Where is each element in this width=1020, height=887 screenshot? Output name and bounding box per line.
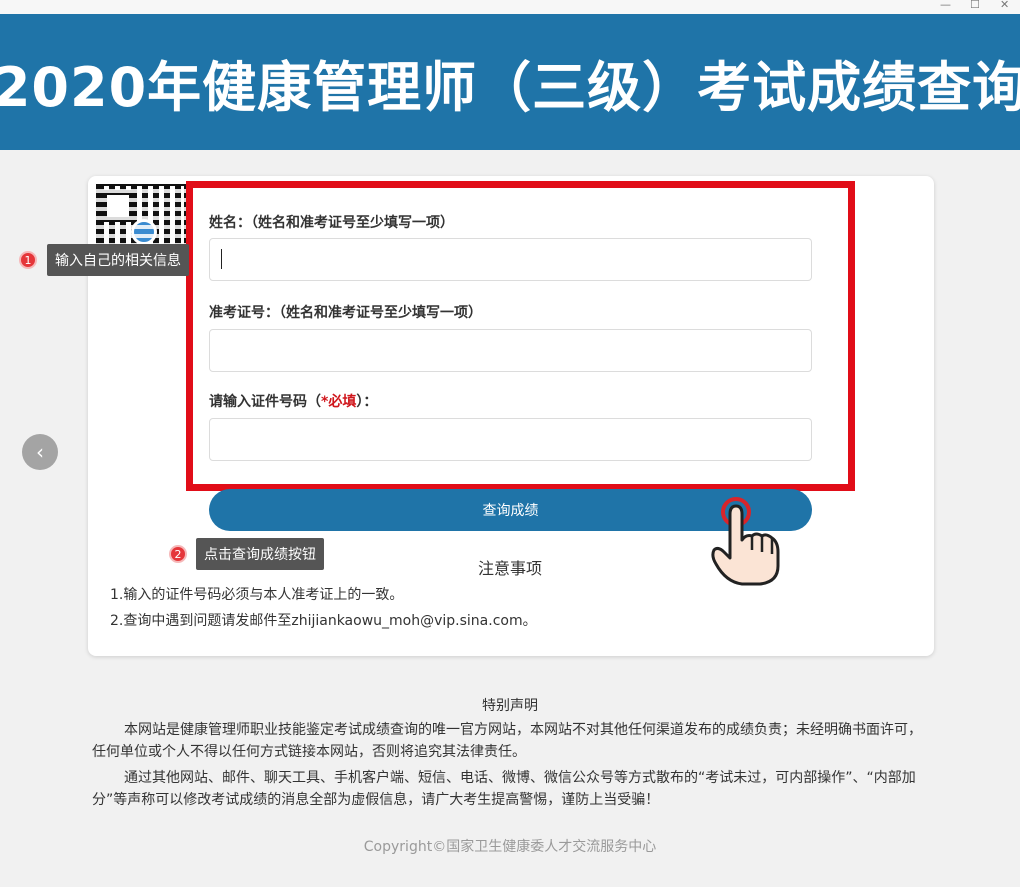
ticket-number-input[interactable]: [209, 329, 812, 372]
chevron-left-icon[interactable]: ‹: [22, 434, 58, 470]
header-banner: 2020年健康管理师（三级）考试成绩查询: [0, 14, 1020, 150]
disclaimer-paragraph-2: 通过其他网站、邮件、聊天工具、手机客户端、短信、电话、微博、微信公众号等方式散布…: [92, 770, 916, 808]
step-1-badge: 1: [19, 251, 37, 269]
id-number-label: 请输入证件号码（*必填）：: [209, 391, 377, 411]
id-number-label-suffix: ）：: [356, 394, 378, 410]
copyright-text: Copyright©国家卫生健康委人才交流服务中心: [363, 839, 657, 855]
notice-title: 注意事项: [477, 559, 542, 578]
name-input[interactable]: [209, 238, 812, 281]
notice-item: 1.输入的证件号码必须与本人准考证上的一致。: [110, 587, 404, 603]
page-title: 2020年健康管理师（三级）考试成绩查询: [0, 55, 1020, 119]
id-number-label-prefix: 请输入证件号码（: [209, 394, 321, 410]
text-caret: [221, 249, 222, 269]
disclaimer-paragraph-1: 本网站是健康管理师职业技能鉴定考试成绩查询的唯一官方网站，本网站不对其他任何渠道…: [92, 722, 922, 760]
window-titlebar: — ☐ ✕: [0, 0, 1020, 14]
step-1-tooltip: 输入自己的相关信息: [47, 244, 189, 276]
notice-item: 2.查询中遇到问题请发邮件至zhijiankaowu_moh@vip.sina.…: [110, 613, 537, 629]
id-number-input[interactable]: [209, 418, 812, 461]
disclaimer-title: 特别声明: [482, 698, 538, 714]
close-icon[interactable]: ✕: [1000, 0, 1009, 11]
maximize-icon[interactable]: ☐: [970, 0, 980, 11]
minimize-icon[interactable]: —: [940, 0, 951, 11]
required-mark: *必填: [321, 394, 357, 410]
name-label: 姓名：（姓名和准考证号至少填写一项）: [209, 215, 454, 231]
ticket-number-label: 准考证号：（姓名和准考证号至少填写一项）: [209, 305, 482, 321]
